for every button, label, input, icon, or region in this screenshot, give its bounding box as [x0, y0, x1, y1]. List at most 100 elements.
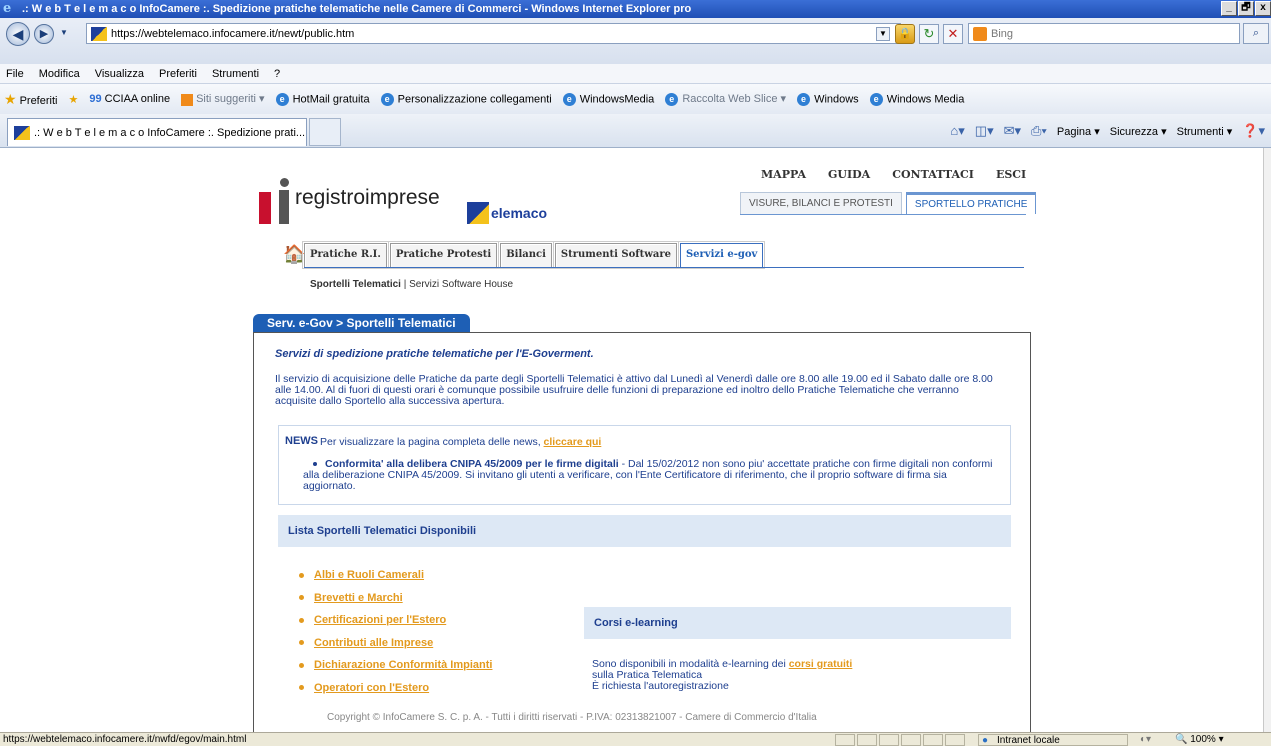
fav-item-siti-suggeriti[interactable]: Siti suggeriti ▾: [181, 92, 265, 106]
forward-button[interactable]: ▶: [34, 24, 54, 44]
protected-mode-icon[interactable]: ◐▾: [1140, 734, 1151, 745]
minimize-button[interactable]: _: [1221, 1, 1237, 16]
search-icon[interactable]: ⌕: [1243, 23, 1269, 44]
history-dropdown-icon[interactable]: ▼: [60, 28, 68, 37]
address-url: https://webtelemaco.infocamere.it/newt/p…: [111, 27, 355, 40]
fav-item-windows[interactable]: e Windows: [797, 92, 859, 106]
fav-label: Windows Media: [886, 92, 965, 105]
zoom-value: 100%: [1190, 734, 1216, 745]
menu-help[interactable]: ?: [274, 68, 280, 80]
fav-label: Raccolta Web Slice ▾: [682, 93, 787, 106]
link-contattaci[interactable]: CONTATTACI: [892, 168, 974, 181]
fav-item-web-slice[interactable]: e Raccolta Web Slice ▾: [665, 92, 786, 106]
list-item-label: Dichiarazione Conformità Impianti: [314, 659, 493, 671]
tab-pratiche-protesti[interactable]: Pratiche Protesti: [387, 241, 500, 269]
home-icon[interactable]: 🏠: [283, 244, 305, 265]
bullet-icon: [299, 617, 304, 623]
address-input[interactable]: https://webtelemaco.infocamere.it/newt/p…: [86, 23, 901, 44]
new-tab-button[interactable]: [309, 118, 341, 146]
list-item-brevetti-marchi[interactable]: Brevetti e Marchi: [299, 592, 492, 615]
content-box-title: Serv. e-Gov > Sportelli Telematici: [253, 314, 470, 332]
menu-visualizza[interactable]: Visualizza: [95, 68, 144, 80]
zoom-control[interactable]: 🔍 100% ▾: [1175, 734, 1224, 745]
link-guida[interactable]: GUIDA: [828, 168, 870, 181]
maximize-button[interactable]: 🗗: [1238, 1, 1254, 16]
tools-menu[interactable]: Strumenti ▾: [1177, 125, 1233, 138]
security-menu[interactable]: Sicurezza ▾: [1110, 125, 1167, 138]
tab-strumenti-software[interactable]: Strumenti Software: [552, 241, 679, 269]
stop-icon[interactable]: ✕: [943, 24, 963, 44]
lock-icon[interactable]: 🔒: [895, 24, 915, 44]
corsi-link[interactable]: corsi gratuiti: [789, 658, 853, 670]
list-title: Lista Sportelli Telematici Disponibili: [278, 515, 1011, 547]
list-item-certificazioni-estero[interactable]: Certificazioni per l'Estero: [299, 614, 492, 637]
favorites-button[interactable]: ★ Preferiti: [4, 91, 57, 108]
fav-item-personalizzazione[interactable]: e Personalizzazione collegamenti: [380, 92, 552, 106]
bullet-icon: [299, 572, 304, 578]
sub-navigation: Sportelli Telematici | Servizi Software …: [310, 279, 513, 290]
tab-pratiche-ri[interactable]: Pratiche R.I.: [302, 241, 389, 269]
browser-tab[interactable]: .: W e b T e l e m a c o InfoCamere :. S…: [7, 118, 307, 146]
bullet-icon: [299, 662, 304, 668]
add-favorite-icon[interactable]: ★: [68, 93, 78, 106]
feeds-icon[interactable]: ◫▾: [975, 123, 994, 139]
menu-strumenti[interactable]: Strumenti: [212, 68, 259, 80]
menu-file[interactable]: File: [6, 68, 24, 80]
ie-page-icon: e: [797, 92, 811, 106]
news-link[interactable]: cliccare qui: [544, 436, 602, 448]
top-links: MAPPA GUIDA CONTATTACI ESCI: [761, 168, 1026, 181]
subnav-sportelli-telematici[interactable]: Sportelli Telematici: [310, 279, 401, 290]
tab-sportello-pratiche[interactable]: SPORTELLO PRATICHE: [905, 192, 1037, 214]
intranet-icon: ●: [982, 735, 989, 746]
fav-item-windowsmedia[interactable]: e WindowsMedia: [562, 92, 654, 106]
list-item-albi-ruoli[interactable]: Albi e Ruoli Camerali: [299, 569, 492, 592]
address-toolbar: ◀ ▶ ▼ https://webtelemaco.infocamere.it/…: [0, 18, 1271, 64]
search-input[interactable]: Bing: [968, 23, 1240, 44]
subnav-servizi-software-house[interactable]: Servizi Software House: [409, 279, 513, 290]
status-bar: https://webtelemaco.infocamere.it/nwfd/e…: [0, 732, 1271, 746]
mail-icon[interactable]: ✉▾: [1004, 123, 1021, 139]
fav-item-hotmail[interactable]: e HotMail gratuita: [275, 92, 370, 106]
print-icon[interactable]: ⎙▾: [1031, 123, 1047, 139]
ie-page-icon: e: [380, 92, 394, 106]
link-esci[interactable]: ESCI: [996, 168, 1026, 181]
fav-item-cciaa[interactable]: 99 CCIAA online: [89, 93, 170, 105]
status-cell: [923, 734, 943, 746]
menu-modifica[interactable]: Modifica: [39, 68, 80, 80]
list-item-operatori-estero[interactable]: Operatori con l'Estero: [299, 682, 492, 705]
window-controls: _ 🗗 x: [1221, 1, 1271, 16]
home-icon[interactable]: ⌂▾: [950, 123, 964, 139]
tab-bilanci[interactable]: Bilanci: [498, 241, 554, 269]
news-line-text: Per visualizzare la pagina completa dell…: [320, 436, 541, 448]
web-page: registroimprese elemaco MAPPA GUIDA CONT…: [7, 148, 1263, 732]
list-item-dichiarazione-impianti[interactable]: Dichiarazione Conformità Impianti: [299, 659, 492, 682]
star-icon: ★: [4, 90, 17, 107]
list-item-contributi-imprese[interactable]: Contributi alle Imprese: [299, 637, 492, 660]
tab-title: .: W e b T e l e m a c o InfoCamere :. S…: [34, 126, 306, 139]
page-menu[interactable]: Pagina ▾: [1057, 125, 1100, 138]
link-mappa[interactable]: MAPPA: [761, 168, 806, 181]
window-titlebar: e .: W e b T e l e m a c o InfoCamere :.…: [0, 0, 1271, 18]
menu-preferiti[interactable]: Preferiti: [159, 68, 197, 80]
suggested-sites-icon: [181, 93, 194, 106]
command-bar: ⌂▾ ◫▾ ✉▾ ⎙▾ Pagina ▾ Sicurezza ▾ Strumen…: [950, 123, 1265, 139]
site-favicon-icon: [91, 26, 107, 41]
ie-page-icon: e: [275, 92, 289, 106]
logo-grey-bar: [279, 190, 289, 224]
main-tabs: Pratiche R.I. Pratiche Protesti Bilanci …: [302, 241, 766, 269]
security-zone[interactable]: ● Intranet locale: [978, 734, 1128, 746]
address-dropdown-icon[interactable]: ▼: [876, 27, 890, 41]
list-item-label: Albi e Ruoli Camerali: [314, 569, 425, 581]
logo-text: registroimprese: [295, 186, 440, 209]
bullet-icon: [299, 640, 304, 646]
favorites-label: Preferiti: [19, 94, 58, 107]
status-url: https://webtelemaco.infocamere.it/nwfd/e…: [3, 734, 247, 745]
tab-servizi-egov[interactable]: Servizi e-gov: [677, 241, 766, 269]
tab-visure-bilanci-protesti[interactable]: VISURE, BILANCI E PROTESTI: [740, 192, 902, 214]
refresh-icon[interactable]: ↻: [919, 24, 939, 44]
close-button[interactable]: x: [1255, 1, 1271, 16]
fav-item-windows-media[interactable]: e Windows Media: [869, 92, 965, 106]
vertical-scrollbar[interactable]: [1263, 148, 1271, 732]
back-button[interactable]: ◀: [6, 22, 30, 46]
help-icon[interactable]: ❓▾: [1242, 123, 1265, 139]
